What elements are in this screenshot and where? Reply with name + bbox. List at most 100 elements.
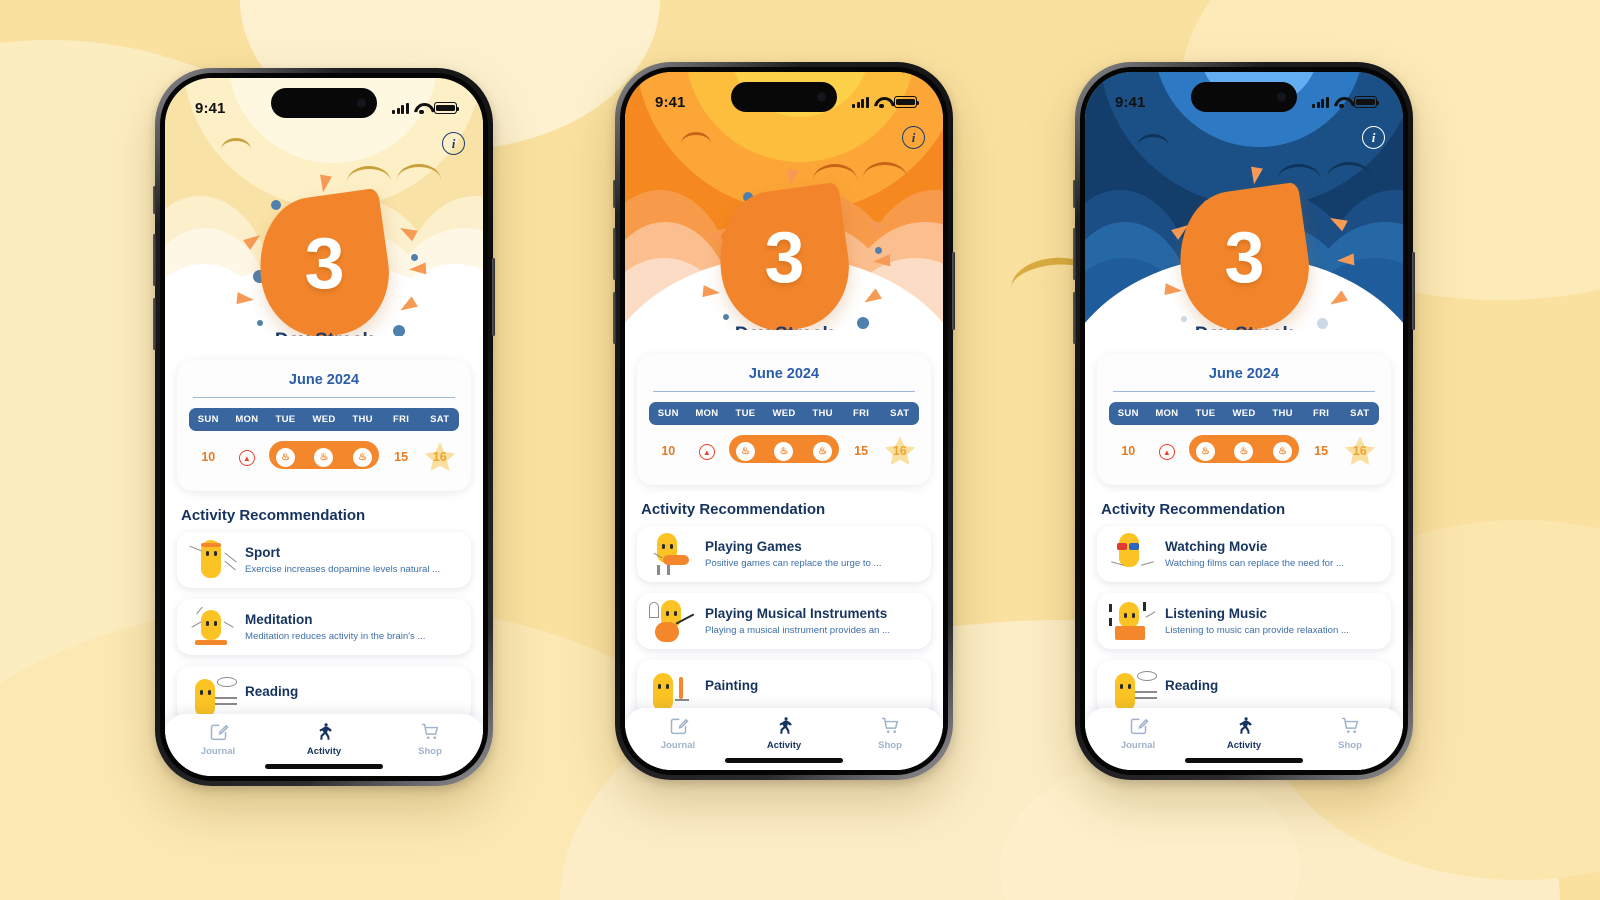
recommendation-card[interactable]: Playing Musical Instruments Playing a mu… (637, 593, 931, 649)
streak-label: Day Streak (165, 330, 483, 336)
tab-label: Activity (306, 746, 342, 757)
calendar-day[interactable]: 15 (842, 442, 881, 460)
missed-streak-icon: ▲ (698, 444, 715, 461)
calendar-day[interactable]: 10 (1109, 442, 1148, 460)
flame-icon: ♨ (1195, 442, 1215, 461)
phone-screen: 3 Day Streak 9:41 i June 2024 SUN MON TU… (1085, 72, 1403, 770)
weekday-label: SUN (1117, 408, 1139, 419)
streak-count: 3 (304, 224, 344, 304)
weekday-label: SUN (657, 408, 679, 419)
flame-icon: ♨ (774, 442, 794, 461)
flame-icon: ♨ (735, 442, 755, 461)
recommendation-list: Watching Movie Watching films can replac… (1085, 526, 1403, 716)
info-button[interactable]: i (1362, 126, 1385, 149)
calendar-day-missed[interactable]: ▲ (1148, 442, 1187, 461)
calendar-title: June 2024 (1208, 366, 1280, 382)
calendar-day[interactable]: 15 (1302, 442, 1341, 460)
flame-icon: ♨ (1234, 442, 1254, 461)
calendar-day[interactable]: 10 (189, 448, 228, 466)
status-time: 9:41 (195, 99, 226, 117)
phone-mockup-sunset: 3 Day Streak 9:41 i June 2024 SUN MON TU… (613, 62, 955, 780)
tab-journal[interactable]: Journal (625, 715, 731, 751)
calendar-day-active[interactable]: ♨ (305, 447, 344, 467)
recommendation-card[interactable]: Watching Movie Watching films can replac… (1097, 526, 1391, 582)
missed-streak-icon: ▲ (238, 450, 255, 467)
journal-pencil-icon (1130, 718, 1149, 735)
character-movie-icon (1107, 531, 1161, 577)
calendar-day[interactable]: 15 (382, 448, 421, 466)
weekday-label: MON (1155, 408, 1179, 419)
streak-flame-icon: 3 (710, 181, 858, 330)
phone-mockup-morning: 3 Day Streak 9:41 i June 2024 SUN MON TU… (153, 68, 495, 786)
cellular-signal-icon (392, 102, 409, 114)
recommendation-desc: Listening to music can provide relaxatio… (1165, 625, 1349, 637)
streak-count: 3 (1224, 218, 1264, 298)
tab-journal[interactable]: Journal (165, 721, 271, 757)
recommendation-name: Playing Musical Instruments (705, 605, 888, 621)
recommendation-card[interactable]: Meditation Meditation reduces activity i… (177, 599, 471, 655)
phone-mockup-night: 3 Day Streak 9:41 i June 2024 SUN MON TU… (1073, 62, 1415, 780)
wifi-icon (1334, 97, 1349, 109)
calendar-day-active[interactable]: ♨ (343, 447, 382, 467)
status-time: 9:41 (655, 93, 686, 111)
section-title: Activity Recommendation (181, 507, 366, 524)
calendar-day-active[interactable]: ♨ (1186, 441, 1225, 461)
tab-journal[interactable]: Journal (1085, 715, 1191, 751)
character-reading-icon (187, 671, 241, 717)
tab-activity[interactable]: Activity (271, 721, 377, 757)
home-indicator[interactable] (1185, 758, 1303, 763)
tab-shop[interactable]: Shop (1297, 715, 1403, 751)
recommendation-desc: Watching films can replace the need for … (1165, 558, 1344, 570)
home-indicator[interactable] (265, 764, 383, 769)
weekday-label: WED (772, 408, 796, 419)
calendar-day-goal[interactable]: 16 (1340, 436, 1379, 466)
tab-label: Shop (878, 740, 902, 751)
info-button[interactable]: i (902, 126, 925, 149)
weekday-label: WED (312, 414, 336, 425)
character-sport-icon (187, 537, 241, 583)
calendar-day-active[interactable]: ♨ (803, 441, 842, 461)
tab-activity[interactable]: Activity (1191, 715, 1297, 751)
weekday-label: SAT (890, 408, 910, 419)
info-button[interactable]: i (442, 132, 465, 155)
running-person-icon (1239, 717, 1252, 734)
calendar-day-active[interactable]: ♨ (1263, 441, 1302, 461)
divider (1113, 391, 1375, 392)
calendar-day[interactable]: 10 (649, 442, 688, 460)
section-title: Activity Recommendation (1101, 501, 1286, 518)
recommendation-name: Listening Music (1165, 605, 1268, 621)
recommendation-name: Reading (245, 684, 299, 700)
day-number: 16 (1352, 444, 1367, 458)
calendar-day-goal[interactable]: 16 (880, 436, 919, 466)
section-title: Activity Recommendation (641, 501, 826, 518)
tab-shop[interactable]: Shop (377, 721, 483, 757)
streak-flame-icon: 3 (250, 187, 398, 336)
character-reading-icon (1107, 665, 1161, 711)
recommendation-card[interactable]: Playing Games Positive games can replace… (637, 526, 931, 582)
calendar-days-row: 10 ▲ ♨ ♨ ♨ 15 16 (1109, 431, 1379, 471)
tab-label: Activity (766, 740, 802, 751)
calendar-day-missed[interactable]: ▲ (228, 448, 267, 467)
recommendation-card[interactable]: Listening Music Listening to music can p… (1097, 593, 1391, 649)
calendar-day-active[interactable]: ♨ (726, 441, 765, 461)
recommendation-card[interactable]: Sport Exercise increases dopamine levels… (177, 532, 471, 588)
day-number: 10 (201, 450, 216, 464)
streak-label: Day Streak (625, 324, 943, 330)
calendar-day-active[interactable]: ♨ (765, 441, 804, 461)
calendar-day-missed[interactable]: ▲ (688, 442, 727, 461)
streak-count: 3 (764, 218, 804, 298)
weekday-label: SAT (430, 414, 450, 425)
tab-label: Journal (1120, 740, 1156, 751)
calendar-day-active[interactable]: ♨ (266, 447, 305, 467)
character-guitar-icon (647, 598, 701, 644)
calendar-day-goal[interactable]: 16 (420, 442, 459, 472)
calendar-day-active[interactable]: ♨ (1225, 441, 1264, 461)
tab-shop[interactable]: Shop (837, 715, 943, 751)
running-person-icon (779, 717, 792, 734)
day-number: 10 (661, 444, 676, 458)
weekday-label: TUE (1195, 408, 1216, 419)
tab-activity[interactable]: Activity (731, 715, 837, 751)
calendar-title: June 2024 (288, 372, 360, 388)
home-indicator[interactable] (725, 758, 843, 763)
battery-icon (434, 102, 460, 114)
